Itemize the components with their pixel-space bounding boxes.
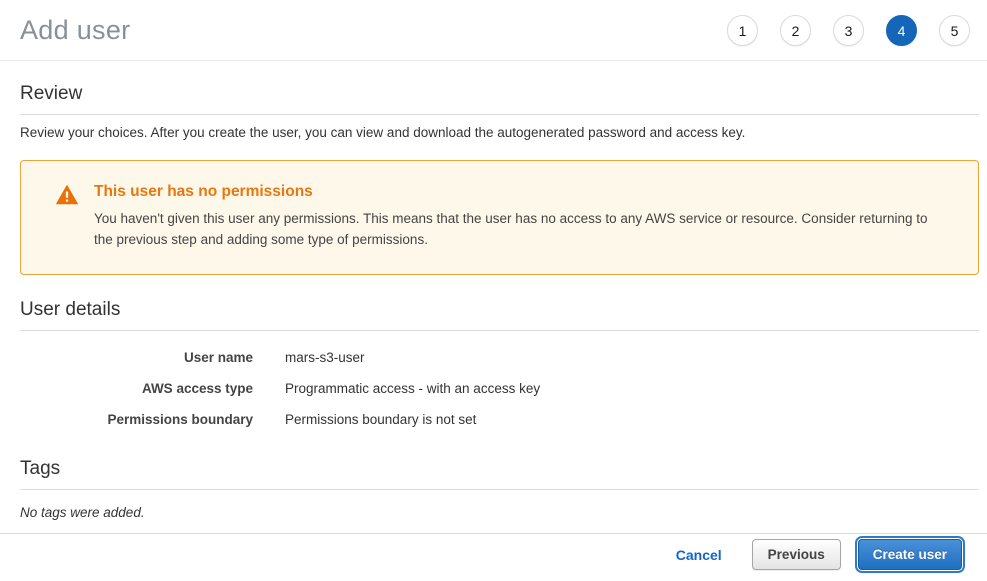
detail-row-access-type: AWS access type Programmatic access - wi…	[20, 379, 979, 398]
page-title: Add user	[20, 15, 130, 46]
warning-content: This user has no permissions You haven't…	[94, 183, 950, 250]
detail-value: mars-s3-user	[285, 348, 365, 367]
user-details-heading: User details	[20, 299, 979, 321]
step-3-indicator: 3	[833, 15, 864, 46]
no-permissions-warning: This user has no permissions You haven't…	[20, 160, 979, 275]
user-details-section: User details User name mars-s3-user AWS …	[20, 299, 979, 429]
section-divider	[20, 114, 979, 115]
warning-title: This user has no permissions	[94, 183, 950, 201]
tags-empty-message: No tags were added.	[20, 505, 979, 520]
detail-label: AWS access type	[20, 379, 253, 398]
page-header: Add user 1 2 3 4 5	[0, 0, 987, 61]
detail-row-permissions-boundary: Permissions boundary Permissions boundar…	[20, 410, 979, 429]
detail-value: Programmatic access - with an access key	[285, 379, 540, 398]
review-heading: Review	[20, 83, 979, 105]
wizard-footer: Cancel Previous Create user	[0, 533, 987, 581]
review-section: Review Review your choices. After you cr…	[20, 83, 979, 140]
warning-body: You haven't given this user any permissi…	[94, 208, 950, 250]
step-2-indicator: 2	[780, 15, 811, 46]
step-5-indicator: 5	[939, 15, 970, 46]
user-details-table: User name mars-s3-user AWS access type P…	[20, 348, 979, 429]
tags-heading: Tags	[20, 458, 979, 480]
detail-label: Permissions boundary	[20, 410, 253, 429]
section-divider	[20, 489, 979, 490]
detail-row-user-name: User name mars-s3-user	[20, 348, 979, 367]
detail-label: User name	[20, 348, 253, 367]
section-divider	[20, 330, 979, 331]
detail-value: Permissions boundary is not set	[285, 410, 476, 429]
step-4-indicator: 4	[886, 15, 917, 46]
warning-triangle-icon	[56, 185, 78, 205]
previous-button[interactable]: Previous	[752, 539, 841, 570]
tags-section: Tags No tags were added.	[20, 458, 979, 520]
review-page: Review Review your choices. After you cr…	[0, 61, 987, 520]
create-user-button[interactable]: Create user	[858, 539, 962, 570]
cancel-button[interactable]: Cancel	[676, 547, 722, 563]
review-description: Review your choices. After you create th…	[20, 125, 979, 140]
step-1-indicator: 1	[727, 15, 758, 46]
step-indicator: 1 2 3 4 5	[727, 15, 970, 46]
